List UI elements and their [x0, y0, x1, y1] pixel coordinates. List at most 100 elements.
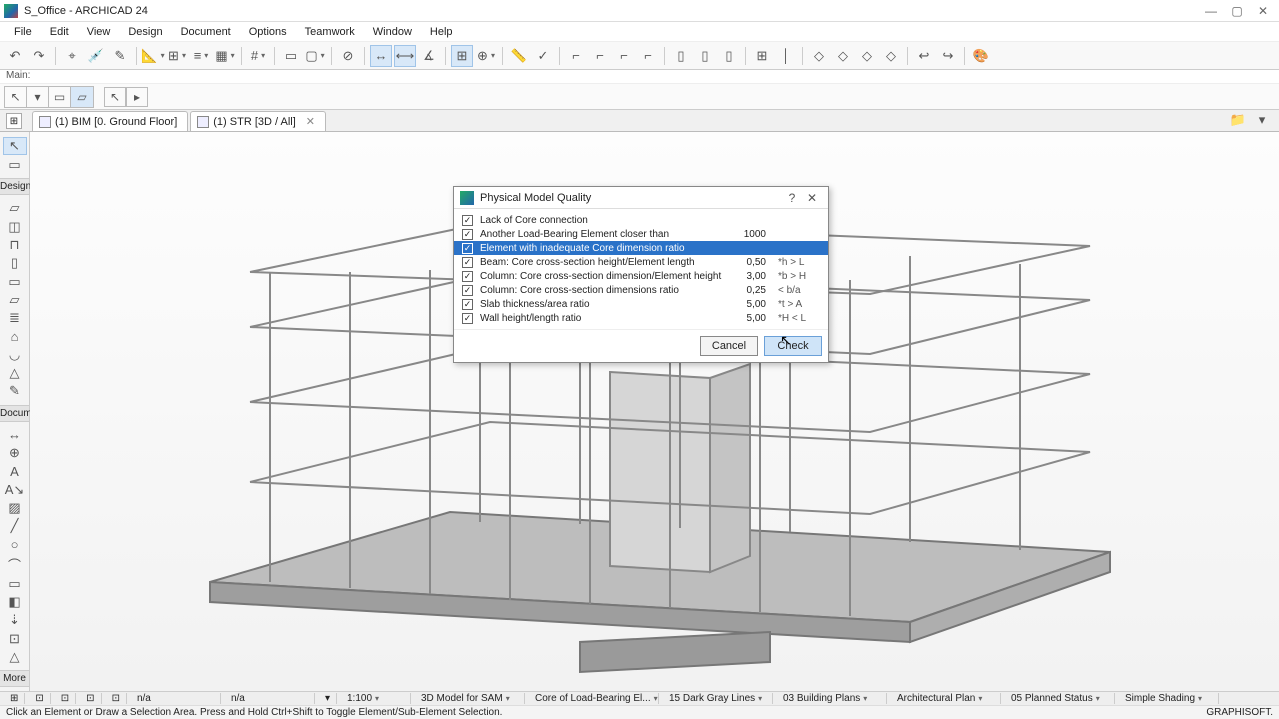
qo-na2[interactable]: n/a — [225, 693, 315, 704]
layer-button[interactable]: ▢ — [304, 45, 326, 67]
align2-button[interactable]: ▯ — [694, 45, 716, 67]
corner1-button[interactable]: ⌐ — [565, 45, 587, 67]
align3-button[interactable]: ▯ — [718, 45, 740, 67]
sel-rect-button[interactable]: ▭ — [49, 87, 71, 107]
label-tool[interactable]: A↘ — [3, 481, 27, 497]
rule-row[interactable]: ✓ Column: Core cross-section dimensions … — [454, 283, 828, 297]
op2-button[interactable]: ◇ — [832, 45, 854, 67]
door-tool[interactable]: ◫ — [3, 219, 27, 235]
menu-design[interactable]: Design — [120, 24, 170, 40]
box-button[interactable]: ⊞ — [451, 45, 473, 67]
navigator-tree-icon[interactable]: ⊞ — [6, 113, 22, 129]
beam-tool[interactable]: ▭ — [3, 273, 27, 289]
rule-checkbox[interactable]: ✓ — [462, 285, 473, 296]
cancel-button[interactable]: Cancel — [700, 336, 758, 356]
rule-row[interactable]: ✓ Beam: Core cross-section height/Elemen… — [454, 255, 828, 269]
ruler-button[interactable]: 📐 — [142, 45, 164, 67]
shell-tool[interactable]: ◡ — [3, 347, 27, 363]
menu-window[interactable]: Window — [365, 24, 420, 40]
fill-tool[interactable]: ▨ — [3, 500, 27, 516]
roof-tool[interactable]: ⌂ — [3, 328, 27, 344]
qo-lines[interactable]: 15 Dark Gray Lines — [663, 693, 773, 704]
window-tool[interactable]: ⊓ — [3, 237, 27, 253]
qo-scale[interactable]: 1:100 — [341, 693, 411, 704]
dialog-title-bar[interactable]: Physical Model Quality ? ✕ — [454, 187, 828, 209]
grid-button[interactable]: ▦ — [214, 45, 236, 67]
align1-button[interactable]: ▯ — [670, 45, 692, 67]
sel-poly-button[interactable]: ▱ — [71, 87, 93, 107]
highlight-button[interactable]: ✎ — [109, 45, 131, 67]
section-tool[interactable]: ◧ — [3, 594, 27, 610]
qo-planned[interactable]: 05 Planned Status — [1005, 693, 1115, 704]
dim2-button[interactable]: ⟷ — [394, 45, 416, 67]
column-tool[interactable]: ▯ — [3, 255, 27, 271]
undo-button[interactable]: ↶ — [4, 45, 26, 67]
op3-button[interactable]: ◇ — [856, 45, 878, 67]
vline-button[interactable]: │ — [775, 45, 797, 67]
arrow-tool[interactable]: ↖ — [3, 137, 27, 155]
navigator-button[interactable]: 📁 — [1227, 109, 1249, 131]
suspend-button[interactable]: ⊘ — [337, 45, 359, 67]
redo-button[interactable]: ↷ — [28, 45, 50, 67]
rule-checkbox[interactable]: ✓ — [462, 271, 473, 282]
skylight-tool[interactable]: △ — [3, 365, 27, 381]
qo-icon1[interactable]: ⊞ — [4, 693, 25, 704]
qo-dd1[interactable]: ▾ — [319, 693, 337, 704]
close-button[interactable]: ✕ — [1251, 2, 1275, 20]
slab-tool[interactable]: ▱ — [3, 292, 27, 308]
rule-row[interactable]: ✓ Another Load-Bearing Element closer th… — [454, 227, 828, 241]
rule-row[interactable]: ✓ Column: Core cross-section dimension/E… — [454, 269, 828, 283]
menu-view[interactable]: View — [79, 24, 119, 40]
corner4-button[interactable]: ⌐ — [637, 45, 659, 67]
pick-button[interactable]: ⌖ — [61, 45, 83, 67]
cursor-mode-button[interactable]: ↖ — [104, 87, 126, 107]
text-tool[interactable]: A — [3, 463, 27, 479]
level-tool[interactable]: ⊕ — [3, 445, 27, 461]
rule-checkbox[interactable]: ✓ — [462, 229, 473, 240]
rev2-button[interactable]: ↪ — [937, 45, 959, 67]
check-button-primary[interactable]: Check — [764, 336, 822, 356]
qo-icon4[interactable]: ⊡ — [80, 693, 101, 704]
window-button[interactable]: ⊞ — [751, 45, 773, 67]
rule-row-selected[interactable]: ✓ Element with inadequate Core dimension… — [454, 241, 828, 255]
rule-checkbox[interactable]: ✓ — [462, 299, 473, 310]
tab-ground-floor[interactable]: (1) BIM [0. Ground Floor] — [32, 111, 188, 131]
grid-toggle-button[interactable]: # — [247, 45, 269, 67]
origin-button[interactable]: ⊕ — [475, 45, 497, 67]
minimize-button[interactable]: — — [1199, 2, 1223, 20]
polyline-tool[interactable]: ⌒ — [3, 555, 27, 574]
qo-icon5[interactable]: ⊡ — [106, 693, 127, 704]
rule-checkbox[interactable]: ✓ — [462, 243, 473, 254]
qo-icon2[interactable]: ⊡ — [29, 693, 50, 704]
qo-icon3[interactable]: ⊡ — [55, 693, 76, 704]
corner2-button[interactable]: ⌐ — [589, 45, 611, 67]
trace-button[interactable]: ▭ — [280, 45, 302, 67]
rule-checkbox[interactable]: ✓ — [462, 313, 473, 324]
qo-plans[interactable]: 03 Building Plans — [777, 693, 887, 704]
drawing-tool[interactable]: ▭ — [3, 576, 27, 592]
measure-button[interactable]: 📏 — [508, 45, 530, 67]
dialog-close-button[interactable]: ✕ — [802, 191, 822, 205]
menu-document[interactable]: Document — [173, 24, 239, 40]
dimension-tool[interactable]: ↔ — [3, 427, 27, 443]
qo-na1[interactable]: n/a — [131, 693, 221, 704]
menu-teamwork[interactable]: Teamwork — [297, 24, 363, 40]
change-tool[interactable]: △ — [3, 649, 27, 665]
tab-close-icon[interactable]: ✕ — [306, 115, 315, 128]
sel-dd-button[interactable]: ▾ — [27, 87, 49, 107]
rev1-button[interactable]: ↩ — [913, 45, 935, 67]
rule-checkbox[interactable]: ✓ — [462, 215, 473, 226]
qo-core[interactable]: Core of Load-Bearing El... — [529, 693, 659, 704]
guides-button[interactable]: ≡ — [190, 45, 212, 67]
menu-edit[interactable]: Edit — [42, 24, 77, 40]
op4-button[interactable]: ◇ — [880, 45, 902, 67]
menu-options[interactable]: Options — [241, 24, 295, 40]
navigator-dd-button[interactable]: ▾ — [1251, 109, 1273, 131]
menu-file[interactable]: File — [6, 24, 40, 40]
rule-checkbox[interactable]: ✓ — [462, 257, 473, 268]
elevation-tool[interactable]: ⇣ — [3, 612, 27, 628]
rule-row[interactable]: ✓ Slab thickness/area ratio 5,00 *t > A — [454, 297, 828, 311]
corner3-button[interactable]: ⌐ — [613, 45, 635, 67]
detail-tool[interactable]: ⊡ — [3, 631, 27, 647]
rule-row[interactable]: ✓ Lack of Core connection — [454, 213, 828, 227]
